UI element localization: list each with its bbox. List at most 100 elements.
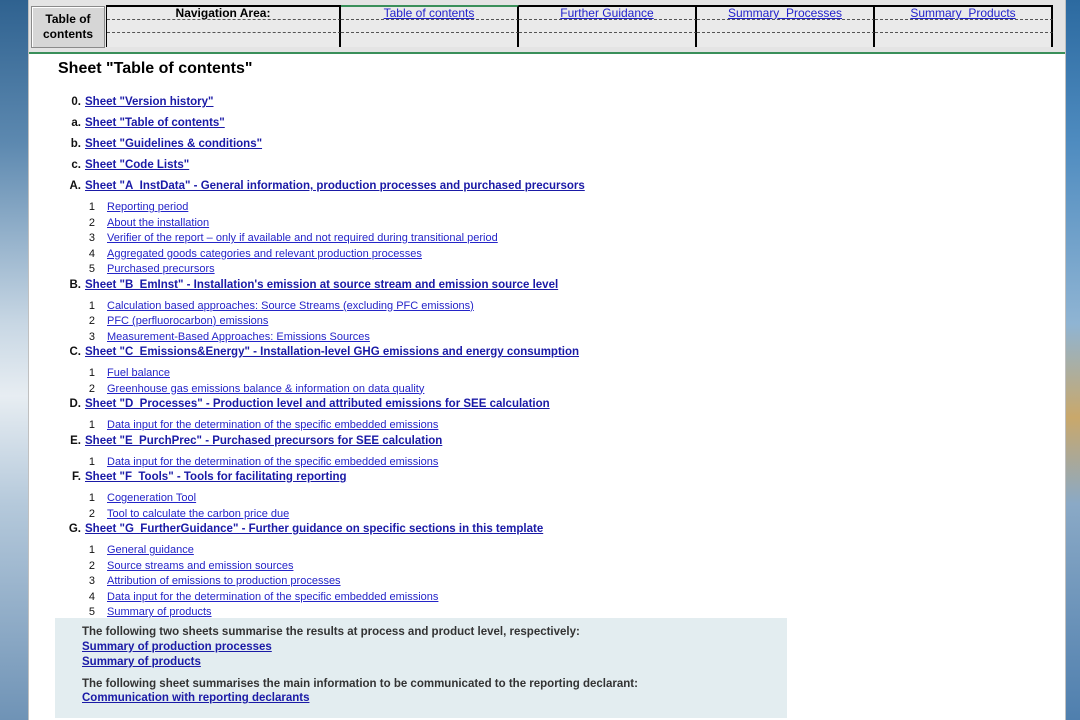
toc-subitem-link[interactable]: PFC (perfluorocarbon) emissions [107, 315, 268, 327]
toc-subitem: 1 General guidance [57, 544, 817, 560]
toc-subitem: 5 Purchased precursors [57, 263, 817, 279]
toc-section: c. Sheet "Code Lists" [57, 159, 817, 180]
toc-section: a. Sheet "Table of contents" [57, 117, 817, 138]
toc-subitem-number: 2 [88, 216, 95, 229]
navigation-bar: Table of contents Navigation Area: Table… [29, 0, 1065, 54]
nav-cell[interactable] [107, 20, 341, 33]
toc-subitem: 4 Data input for the determination of the… [57, 591, 817, 607]
toc-subitem-link[interactable]: Purchased precursors [107, 263, 215, 275]
toc-section-key: c. [71, 159, 81, 171]
toc-subitem-number: 2 [88, 507, 95, 520]
nav-cell[interactable] [875, 20, 1053, 33]
toc-section: 0. Sheet "Version history" [57, 96, 817, 117]
toc-section: E. Sheet "E_PurchPrec" - Purchased precur… [57, 435, 817, 456]
toc-section-key: E. [70, 434, 81, 447]
toc-subitem-link[interactable]: Aggregated goods categories and relevant… [107, 248, 422, 260]
toc-subitem-number: 4 [88, 590, 95, 603]
toc-subitem-number: 1 [88, 201, 95, 213]
toc-section: b. Sheet "Guidelines & conditions" [57, 138, 817, 159]
nav-cell[interactable] [519, 20, 697, 33]
toc-subitem: 1 Calculation based approaches: Source St… [57, 300, 817, 316]
toc-section-link[interactable]: Sheet "A_InstData" - General information… [85, 180, 585, 192]
nav-link-table-of-contents[interactable]: Table of contents [341, 5, 519, 20]
toc-subitem-link[interactable]: Greenhouse gas emissions balance & infor… [107, 383, 424, 395]
nav-cell[interactable] [697, 20, 875, 33]
toc-subitem-link[interactable]: Attribution of emissions to production p… [107, 575, 341, 587]
toc-subitem-link[interactable]: Summary of products [107, 606, 212, 618]
toc-section: F. Sheet "F_Tools" - Tools for facilitati… [57, 471, 817, 492]
toc-subitem: 4 Aggregated goods categories and relevan… [57, 248, 817, 264]
toc-section-link[interactable]: Sheet "C_Emissions&Energy" - Installatio… [85, 346, 579, 358]
toc-section-link[interactable]: Sheet "E_PurchPrec" - Purchased precurso… [85, 435, 442, 447]
toc-subitem-link[interactable]: Source streams and emission sources [107, 560, 293, 572]
toc-subitem-number: 1 [88, 455, 95, 468]
nav-cell[interactable] [875, 33, 1053, 47]
toc-subitem-link[interactable]: Tool to calculate the carbon price due [107, 508, 289, 520]
toc-subitem: 1 Reporting period [57, 201, 817, 217]
toc-section-key: a. [71, 117, 81, 129]
toc-subitem-number: 3 [88, 330, 95, 343]
table-of-contents-list: 0. Sheet "Version history" a. Sheet "Table … [57, 96, 817, 622]
toc-subitem-link[interactable]: About the installation [107, 217, 209, 229]
nav-cell[interactable] [697, 33, 875, 47]
table-of-contents-button[interactable]: Table of contents [31, 6, 105, 48]
toc-section-link[interactable]: Sheet "F_Tools" - Tools for facilitating… [85, 471, 347, 483]
toc-subitem-number: 1 [88, 367, 95, 379]
toc-section-link[interactable]: Sheet "B_EmInst" - Installation's emissi… [85, 279, 558, 291]
toc-subitem-number: 2 [88, 559, 95, 572]
toc-section-key: D. [69, 398, 82, 410]
toc-subitem-link[interactable]: Measurement-Based Approaches: Emissions … [107, 331, 370, 343]
toc-subitem: 1 Data input for the determination of the… [57, 419, 817, 435]
summary-link-processes[interactable]: Summary of production processes [82, 641, 272, 653]
toc-subitem-number: 1 [88, 544, 95, 556]
toc-subitem-number: 5 [88, 606, 95, 618]
summary-note-1: The following two sheets summarise the r… [82, 626, 580, 638]
toc-subitem-link[interactable]: General guidance [107, 544, 194, 556]
toc-subitem: 2 Greenhouse gas emissions balance & info… [57, 383, 817, 399]
toc-subitem-number: 5 [88, 263, 95, 275]
sheet-title: Sheet "Table of contents" [58, 60, 253, 77]
toc-section-link[interactable]: Sheet "Table of contents" [85, 117, 225, 129]
toc-section-link[interactable]: Sheet "Code Lists" [85, 159, 189, 171]
toc-subitem: 2 Tool to calculate the carbon price due [57, 508, 817, 524]
toc-section-key: G. [68, 523, 81, 535]
toc-subitem-link[interactable]: Verifier of the report – only if availab… [107, 232, 498, 244]
toc-subitem-link[interactable]: Data input for the determination of the … [107, 419, 438, 431]
toc-subitem-link[interactable]: Data input for the determination of the … [107, 456, 438, 468]
toc-section-link[interactable]: Sheet "G_FurtherGuidance" - Further guid… [85, 523, 543, 535]
toc-subitem: 1 Cogeneration Tool [57, 492, 817, 508]
toc-subitem-link[interactable]: Fuel balance [107, 367, 170, 379]
toc-section-link[interactable]: Sheet "Guidelines & conditions" [85, 138, 262, 150]
toc-section-link[interactable]: Sheet "D_Processes" - Production level a… [85, 398, 550, 410]
toc-section-key: B. [69, 278, 82, 291]
summary-box: The following two sheets summarise the r… [55, 618, 787, 718]
nav-cell[interactable] [341, 20, 519, 33]
toc-subitem: 3 Verifier of the report – only if availa… [57, 232, 817, 248]
nav-cell[interactable] [107, 33, 341, 47]
summary-link-communication[interactable]: Communication with reporting declarants [82, 692, 309, 704]
toc-section: C. Sheet "C_Emissions&Energy" - Installat… [57, 346, 817, 367]
toc-subitem: 2 Source streams and emission sources [57, 560, 817, 576]
toc-subitem-link[interactable]: Calculation based approaches: Source Str… [107, 300, 474, 312]
toc-subitem-number: 4 [88, 247, 95, 260]
summary-link-products[interactable]: Summary of products [82, 656, 201, 668]
toc-subitem-link[interactable]: Data input for the determination of the … [107, 591, 438, 603]
toc-subitem: 3 Attribution of emissions to production … [57, 575, 817, 591]
toc-section: G. Sheet "G_FurtherGuidance" - Further gu… [57, 523, 817, 544]
toc-section-link[interactable]: Sheet "Version history" [85, 96, 214, 108]
navigation-area-label: Navigation Area: [107, 5, 341, 20]
toc-subitem: 2 PFC (perfluorocarbon) emissions [57, 315, 817, 331]
toc-section-key: C. [69, 346, 82, 358]
nav-link-further-guidance[interactable]: Further Guidance [519, 5, 697, 20]
toc-subitem-link[interactable]: Reporting period [107, 201, 188, 213]
worksheet: Table of contents Navigation Area: Table… [28, 0, 1066, 720]
nav-cell[interactable] [341, 33, 519, 47]
nav-link-summary-processes[interactable]: Summary_Processes [697, 5, 875, 20]
toc-subitem-number: 3 [88, 575, 95, 587]
toc-subitem-link[interactable]: Cogeneration Tool [107, 492, 196, 504]
toc-section-key: A. [69, 180, 82, 192]
toc-subitem-number: 1 [88, 299, 95, 312]
nav-cell[interactable] [519, 33, 697, 47]
toc-subitem: 1 Fuel balance [57, 367, 817, 383]
nav-link-summary-products[interactable]: Summary_Products [875, 5, 1053, 20]
